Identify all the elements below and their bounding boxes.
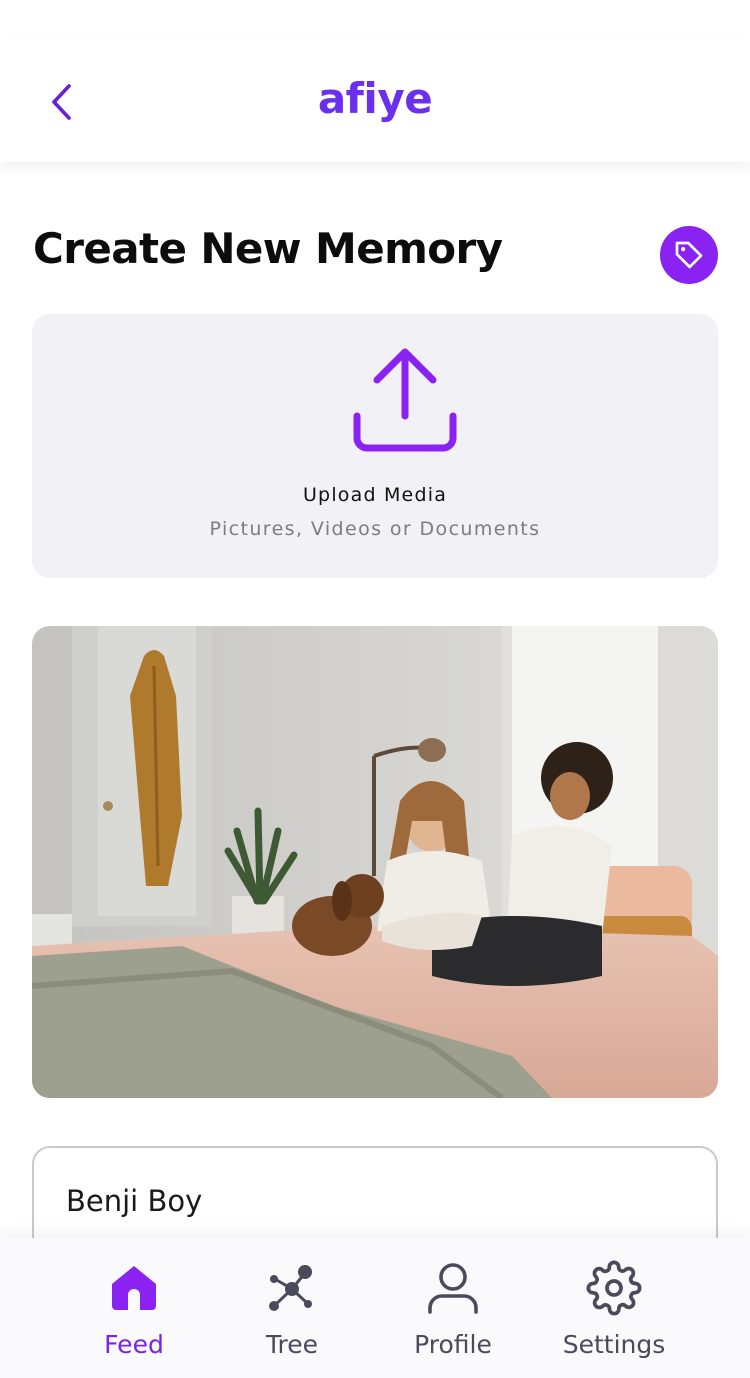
- app-header: afiye: [0, 40, 750, 162]
- page-title: Create New Memory: [33, 224, 503, 273]
- nav-item-profile[interactable]: Profile: [373, 1238, 533, 1378]
- nav-item-feed[interactable]: Feed: [54, 1238, 214, 1378]
- tag-icon: [675, 241, 703, 269]
- nav-label-settings: Settings: [562, 1330, 666, 1359]
- memory-photo[interactable]: [32, 626, 718, 1098]
- nav-label-tree: Tree: [265, 1330, 319, 1359]
- tag-button[interactable]: [660, 226, 718, 284]
- nav-label-feed: Feed: [104, 1330, 164, 1359]
- upload-subtitle: Pictures, Videos or Documents: [209, 518, 541, 540]
- bottom-navigation: Feed Tree Profile Settings: [0, 1238, 750, 1378]
- nav-item-settings[interactable]: Settings: [534, 1238, 694, 1378]
- user-icon: [423, 1258, 483, 1318]
- bedroom-scene-image: [32, 626, 718, 1098]
- status-bar: [0, 0, 750, 40]
- brand-logo: afiye: [317, 74, 433, 123]
- gear-icon: [584, 1258, 644, 1318]
- upload-icon: [353, 348, 457, 452]
- tree-network-icon: [262, 1258, 322, 1318]
- upload-media-dropzone[interactable]: Upload Media Pictures, Videos or Documen…: [32, 314, 718, 578]
- memory-caption: Benji Boy: [66, 1184, 203, 1218]
- nav-label-profile: Profile: [414, 1330, 492, 1359]
- home-icon: [104, 1258, 164, 1318]
- upload-title: Upload Media: [302, 484, 448, 506]
- nav-item-tree[interactable]: Tree: [212, 1238, 372, 1378]
